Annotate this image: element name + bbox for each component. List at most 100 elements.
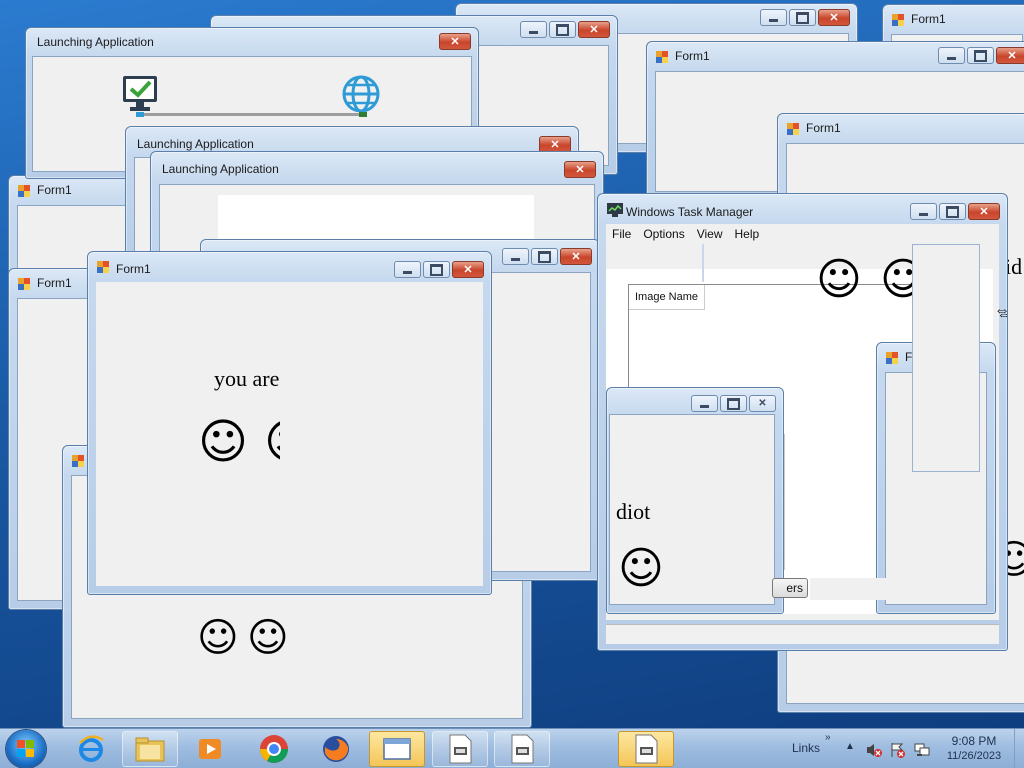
- title-bar[interactable]: Form1: [778, 114, 1024, 142]
- minimize-button[interactable]: [938, 47, 965, 64]
- window-form1-main[interactable]: Form1 ✕ you are ☺ ☺: [87, 251, 492, 595]
- minimize-button[interactable]: [394, 261, 421, 278]
- window-title: Launching Application: [162, 162, 279, 176]
- links-chevron-icon[interactable]: »: [825, 732, 831, 743]
- maximize-button[interactable]: [939, 203, 966, 220]
- app-icon: [511, 734, 534, 764]
- maximize-button[interactable]: [549, 21, 576, 38]
- taskbar-app-3[interactable]: [618, 731, 674, 767]
- close-button[interactable]: ✕: [564, 161, 596, 178]
- app-icon: [449, 734, 472, 764]
- window-title: Form1: [37, 276, 72, 290]
- message-clip: you are ☺ ☺: [96, 282, 280, 542]
- connection-dot: [359, 112, 367, 117]
- fragment-text: diot: [616, 499, 651, 524]
- form-icon: [72, 455, 84, 467]
- close-button[interactable]: ✕: [818, 9, 850, 26]
- close-button[interactable]: ✕: [968, 203, 1000, 220]
- title-bar[interactable]: Form1: [883, 5, 1024, 33]
- form-icon: [892, 14, 904, 26]
- minimize-button[interactable]: [502, 248, 529, 265]
- minimize-button[interactable]: [910, 203, 937, 220]
- menu-options[interactable]: Options: [637, 224, 690, 244]
- taskbar: Links » ▲ 9:08 PM 11/26/2023: [0, 728, 1024, 768]
- show-desktop-button[interactable]: [1014, 729, 1024, 768]
- smile-icon: ☺: [247, 615, 289, 661]
- taskbar-app-2[interactable]: [494, 731, 550, 767]
- form-icon: [18, 278, 30, 290]
- button-row: [810, 578, 980, 600]
- smile-icon: ☺: [197, 615, 239, 661]
- taskbar-window[interactable]: [369, 731, 425, 767]
- window-controls: ✕: [938, 47, 1024, 65]
- menu-file[interactable]: File: [606, 224, 637, 244]
- maximize-button[interactable]: [789, 9, 816, 26]
- window-title: Form1: [116, 262, 151, 276]
- firefox-icon: [323, 736, 349, 762]
- taskbar-file-explorer[interactable]: [122, 731, 178, 767]
- start-button[interactable]: [6, 730, 46, 768]
- close-button[interactable]: ✕: [578, 21, 610, 38]
- title-bar[interactable]: Launching Application: [151, 152, 603, 180]
- window-title: Launching Application: [137, 137, 254, 151]
- maximize-button[interactable]: [967, 47, 994, 64]
- chrome-icon: [260, 735, 288, 763]
- form-icon: [18, 185, 30, 197]
- maximize-button[interactable]: [423, 261, 450, 278]
- form-icon: [97, 261, 109, 273]
- close-button[interactable]: ✕: [749, 395, 776, 412]
- window-task-manager[interactable]: Windows Task Manager ✕ File Options View…: [597, 193, 1008, 651]
- taskbar-chrome[interactable]: [246, 731, 302, 767]
- form-icon: [886, 352, 898, 364]
- smile-icon: ☺: [816, 254, 862, 305]
- taskbar-firefox[interactable]: [308, 731, 364, 767]
- column-header-image-name[interactable]: Image Name: [629, 285, 705, 310]
- task-manager-icon: [607, 203, 623, 217]
- title-bar[interactable]: Launching Application: [26, 28, 478, 56]
- status-bar: [606, 624, 999, 644]
- menu-view[interactable]: View: [691, 224, 729, 244]
- taskbar-app-1[interactable]: [432, 731, 488, 767]
- window-title: Form1: [806, 121, 841, 135]
- window-title: Form1: [37, 183, 72, 197]
- window-controls: ✕: [502, 248, 592, 266]
- smile-icon: ☺: [264, 418, 280, 466]
- network-icon[interactable]: [914, 742, 930, 758]
- close-button[interactable]: ✕: [560, 248, 592, 265]
- window-client: you are ☺ ☺: [96, 282, 483, 586]
- links-toolbar[interactable]: Links: [792, 741, 820, 755]
- menu-bar: File Options View Help: [606, 224, 999, 244]
- smile-icon: ☺: [618, 543, 664, 594]
- end-process-button[interactable]: ers: [772, 578, 808, 598]
- internet-explorer-icon: [79, 735, 104, 762]
- windows-flag-icon: [17, 740, 35, 758]
- window-client: diot ☺: [609, 414, 775, 605]
- window-title: Form1: [675, 49, 710, 63]
- window-form1-inner[interactable]: ✕ diot ☺: [606, 387, 784, 614]
- list-area: [784, 434, 876, 570]
- menu-help[interactable]: Help: [729, 224, 766, 244]
- clock[interactable]: 9:08 PM 11/26/2023: [932, 734, 1016, 764]
- minimize-button[interactable]: [691, 395, 718, 412]
- form-icon: [787, 123, 799, 135]
- media-player-icon: [199, 739, 221, 759]
- app-icon: [635, 734, 658, 764]
- close-button[interactable]: ✕: [439, 33, 471, 50]
- close-button[interactable]: ✕: [996, 47, 1024, 64]
- maximize-button[interactable]: [531, 248, 558, 265]
- show-hidden-icons[interactable]: ▲: [845, 741, 855, 752]
- taskbar-media-player[interactable]: [182, 731, 238, 767]
- minimize-button[interactable]: [520, 21, 547, 38]
- taskbar-internet-explorer[interactable]: [63, 731, 119, 767]
- volume-muted-icon[interactable]: [866, 742, 882, 758]
- ghost-panel: [912, 244, 980, 472]
- window-controls: ✕: [760, 9, 850, 27]
- clock-time: 9:08 PM: [951, 734, 997, 748]
- file-explorer-icon: [135, 737, 165, 762]
- minimize-button[interactable]: [760, 9, 787, 26]
- window-controls: ✕: [394, 261, 484, 279]
- action-center-icon[interactable]: [890, 742, 906, 758]
- close-button[interactable]: ✕: [452, 261, 484, 278]
- maximize-button[interactable]: [720, 395, 747, 412]
- window-icon: [383, 738, 411, 760]
